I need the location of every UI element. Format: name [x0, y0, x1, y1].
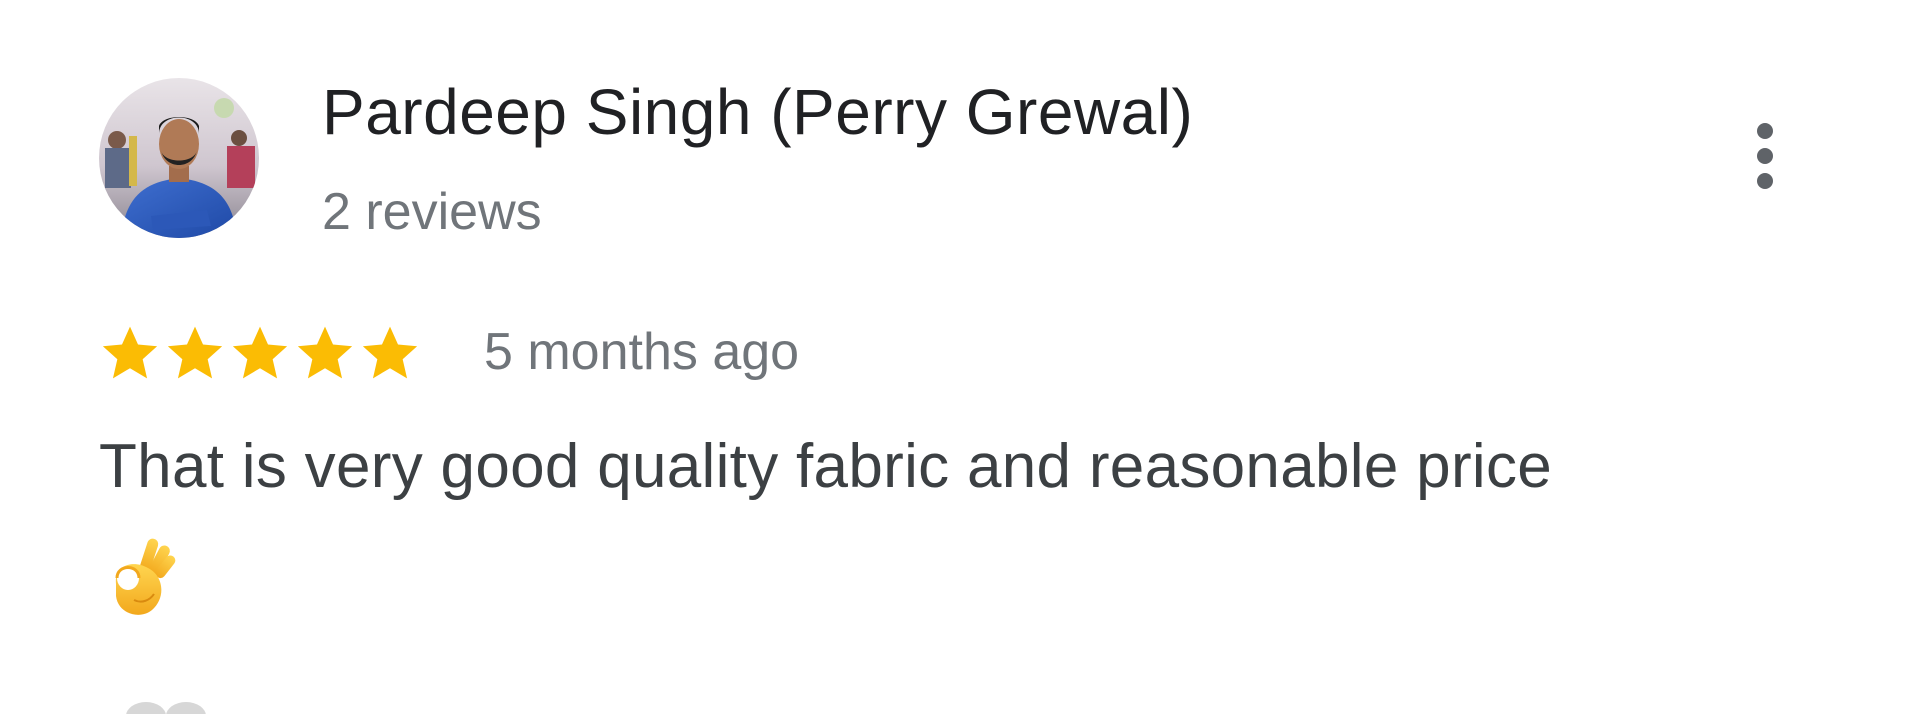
review-time: 5 months ago: [484, 323, 800, 381]
star-icon: [102, 326, 158, 379]
ok-hand-emoji-icon: [104, 534, 176, 625]
star-icon: [362, 326, 418, 379]
more-options-button[interactable]: [1735, 112, 1795, 200]
next-review-avatar-peek: [124, 694, 274, 719]
star-icon: [297, 326, 353, 379]
user-photo-avatar-icon: [99, 78, 259, 238]
review-count[interactable]: 2 reviews: [322, 180, 542, 244]
review-card: Pardeep Singh (Perry Grewal) 2 reviews 5…: [0, 0, 1920, 719]
star-rating: [99, 320, 424, 386]
star-icon: [167, 326, 223, 379]
review-text: That is very good quality fabric and rea…: [99, 432, 1553, 501]
more-vert-icon: [1757, 123, 1773, 189]
star-icon: [232, 326, 288, 379]
reviewer-name[interactable]: Pardeep Singh (Perry Grewal): [322, 70, 1193, 154]
reviewer-avatar[interactable]: [99, 78, 259, 238]
